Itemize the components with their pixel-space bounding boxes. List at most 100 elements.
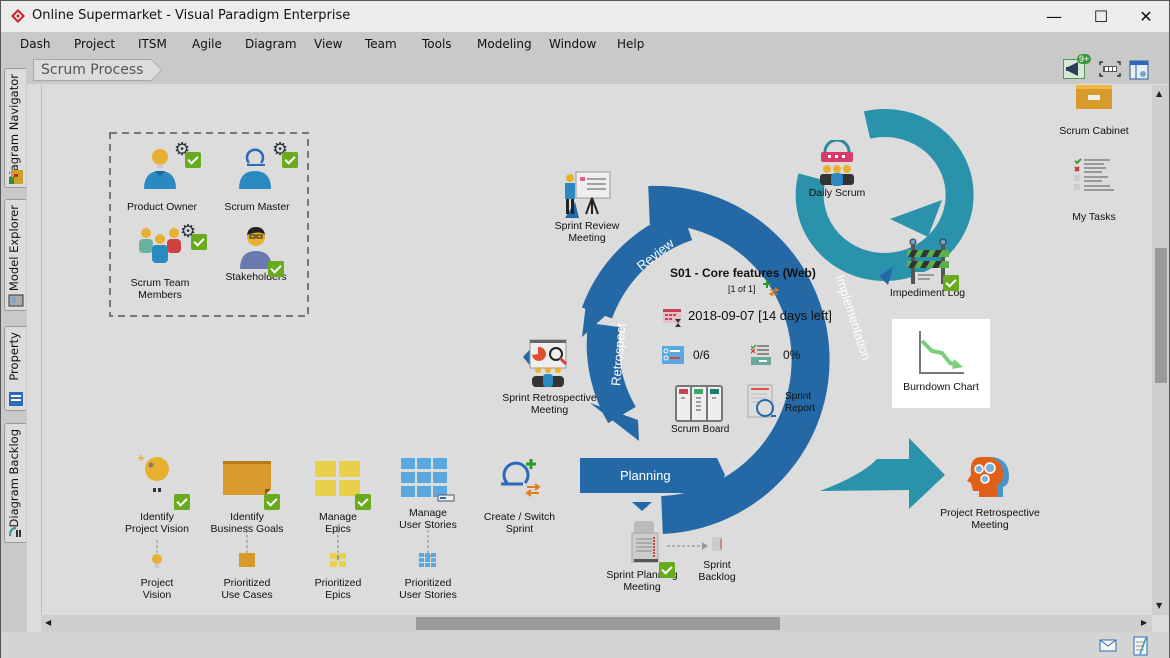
burndown-chart[interactable]: Burndown Chart — [892, 319, 990, 408]
sprint-retrospective-meeting[interactable]: Sprint Retrospective Meeting — [497, 338, 602, 416]
step-action-label: Identify Business Goals — [210, 511, 284, 535]
notifications-button[interactable]: 9+ — [1063, 54, 1092, 79]
sprint-cycle-icon — [500, 459, 541, 497]
sprint-name[interactable]: S01 - Core features (Web) — [670, 266, 816, 280]
role-label: Stakeholders — [225, 271, 287, 283]
sprint-planning-meeting[interactable]: Sprint Planning Meeting — [602, 519, 682, 593]
left-dock: Diagram Navigator Model Explorer Propert… — [1, 56, 27, 636]
task-progress-icon[interactable] — [749, 343, 773, 367]
vertical-scrollbar[interactable]: ▲ ▼ — [1152, 85, 1169, 615]
planning-scroll-icon — [631, 521, 659, 563]
sprint-report-label[interactable]: Sprint Report — [785, 391, 815, 415]
tab-diagram-navigator[interactable]: Diagram Navigator — [4, 68, 26, 188]
artifact-label: Project Vision — [140, 577, 174, 601]
done-check-icon — [943, 275, 959, 291]
mail-icon[interactable] — [1099, 639, 1117, 652]
project-retrospective-meeting[interactable]: Project Retrospective Meeting — [935, 453, 1045, 531]
diagram-canvas[interactable]: Review Implementation Retrospect Plannin… — [41, 85, 1141, 615]
menu-team[interactable]: Team — [365, 32, 397, 51]
scrum-board-icon[interactable] — [675, 385, 723, 422]
menu-diagram[interactable]: Diagram — [245, 32, 297, 51]
node-label: Project Retrospective Meeting — [940, 507, 1040, 531]
tab-model-explorer[interactable]: Model Explorer — [4, 199, 26, 311]
node-label: Scrum Cabinet — [1059, 125, 1129, 137]
retrospective-icon — [529, 339, 567, 387]
role-stakeholders[interactable]: Stakeholders — [215, 225, 297, 283]
menu-dash[interactable]: Dash — [20, 32, 50, 51]
artifact-label: Prioritized Use Cases — [221, 577, 273, 601]
menu-agile[interactable]: Agile — [192, 32, 222, 51]
app-window: Online Supermarket - Visual Paradigm Ent… — [0, 0, 1170, 658]
window-title: Online Supermarket - Visual Paradigm Ent… — [32, 8, 351, 23]
menu-itsm[interactable]: ITSM — [138, 32, 167, 51]
artifact-label: Prioritized Epics — [314, 577, 362, 601]
layout-panel-icon[interactable] — [1129, 60, 1149, 80]
sprint-review-meeting[interactable]: Sprint Review Meeting — [542, 170, 632, 244]
scrum-cabinet[interactable]: Scrum Cabinet — [1054, 85, 1134, 137]
artifact-prioritized-use-cases[interactable]: Prioritized Use Cases — [217, 553, 277, 601]
node-label: My Tasks — [1072, 211, 1116, 223]
add-switch-sprint-icon[interactable] — [762, 279, 780, 297]
artifact-prioritized-epics[interactable]: Prioritized Epics — [308, 553, 368, 601]
menu-window[interactable]: Window — [549, 32, 596, 51]
tab-property[interactable]: Property — [4, 326, 26, 411]
node-label: Daily Scrum — [808, 187, 866, 199]
done-check-icon — [191, 234, 207, 250]
user-stories-grid-icon — [401, 458, 455, 502]
scroll-up-arrow-icon[interactable]: ▲ — [1156, 89, 1162, 98]
document-edit-icon[interactable] — [1133, 636, 1149, 656]
menu-project[interactable]: Project — [74, 32, 115, 51]
my-tasks[interactable]: My Tasks — [1054, 157, 1134, 223]
scroll-right-arrow-icon[interactable]: ▶ — [1141, 618, 1147, 627]
menu-help[interactable]: Help — [617, 32, 644, 51]
fit-to-window-icon[interactable] — [1099, 61, 1121, 77]
close-icon: ✕ — [1139, 7, 1153, 26]
team-members-icon — [139, 228, 181, 263]
diagram-toolbar — [27, 56, 1169, 84]
node-label: Create / Switch Sprint — [483, 511, 556, 535]
artifact-label: Prioritized User Stories — [399, 577, 457, 601]
head-gears-icon — [967, 456, 1009, 497]
sprint-due-date: 2018-09-07 [14 days left] — [688, 308, 832, 323]
done-check-icon — [355, 494, 371, 510]
done-check-icon — [174, 494, 190, 510]
menu-bar: Dash Project ITSM Agile Diagram View Tea… — [1, 32, 1169, 56]
breadcrumb-scrum-process[interactable]: Scrum Process — [33, 59, 163, 81]
artifact-prioritized-user-stories[interactable]: Prioritized User Stories — [393, 553, 463, 601]
step-manage-user-stories[interactable]: Manage User Stories — [388, 457, 468, 531]
vertical-scroll-thumb[interactable] — [1155, 248, 1167, 383]
burndown-chart-icon — [919, 331, 964, 374]
daily-scrum-icon — [820, 140, 854, 186]
daily-scrum[interactable]: Daily Scrum — [802, 140, 872, 199]
user-stories-icon[interactable] — [661, 345, 685, 365]
menu-modeling[interactable]: Modeling — [477, 32, 532, 51]
step-action-label: Identify Project Vision — [124, 511, 189, 535]
model-explorer-icon — [8, 294, 24, 307]
create-switch-sprint[interactable]: Create / Switch Sprint — [477, 455, 562, 535]
node-label: Sprint Retrospective Meeting — [502, 392, 597, 416]
horizontal-scrollbar[interactable]: ◀ ▶ — [41, 615, 1152, 632]
minimize-button[interactable]: — — [1031, 1, 1077, 32]
tab-diagram-backlog[interactable]: Diagram Backlog — [4, 423, 26, 543]
scroll-left-arrow-icon[interactable]: ◀ — [45, 618, 51, 627]
tab-label: Diagram Backlog — [7, 429, 21, 528]
scrum-board-label[interactable]: Scrum Board — [671, 424, 729, 435]
sprint-report-icon[interactable] — [747, 384, 779, 420]
horizontal-scroll-thumb[interactable] — [416, 617, 780, 630]
menu-view[interactable]: View — [314, 32, 342, 51]
scroll-down-arrow-icon[interactable]: ▼ — [1156, 601, 1162, 610]
maximize-button[interactable]: ☐ — [1078, 1, 1124, 32]
close-button[interactable]: ✕ — [1123, 1, 1169, 32]
role-label: Product Owner — [126, 201, 198, 213]
sprint-backlog[interactable]: Sprint Backlog — [692, 536, 742, 583]
sprint-progress-percent: 0% — [783, 348, 801, 362]
artifact-project-vision[interactable]: Project Vision — [127, 553, 187, 601]
phase-planning-label[interactable]: Planning — [620, 468, 671, 483]
maximize-icon: ☐ — [1093, 7, 1109, 26]
stories-done-count: 0/6 — [693, 348, 710, 362]
title-bar: Online Supermarket - Visual Paradigm Ent… — [1, 1, 1169, 32]
menu-tools[interactable]: Tools — [422, 32, 452, 51]
done-check-icon — [264, 494, 280, 510]
visual-paradigm-logo-icon — [11, 9, 25, 23]
minimize-icon: — — [1046, 7, 1062, 26]
